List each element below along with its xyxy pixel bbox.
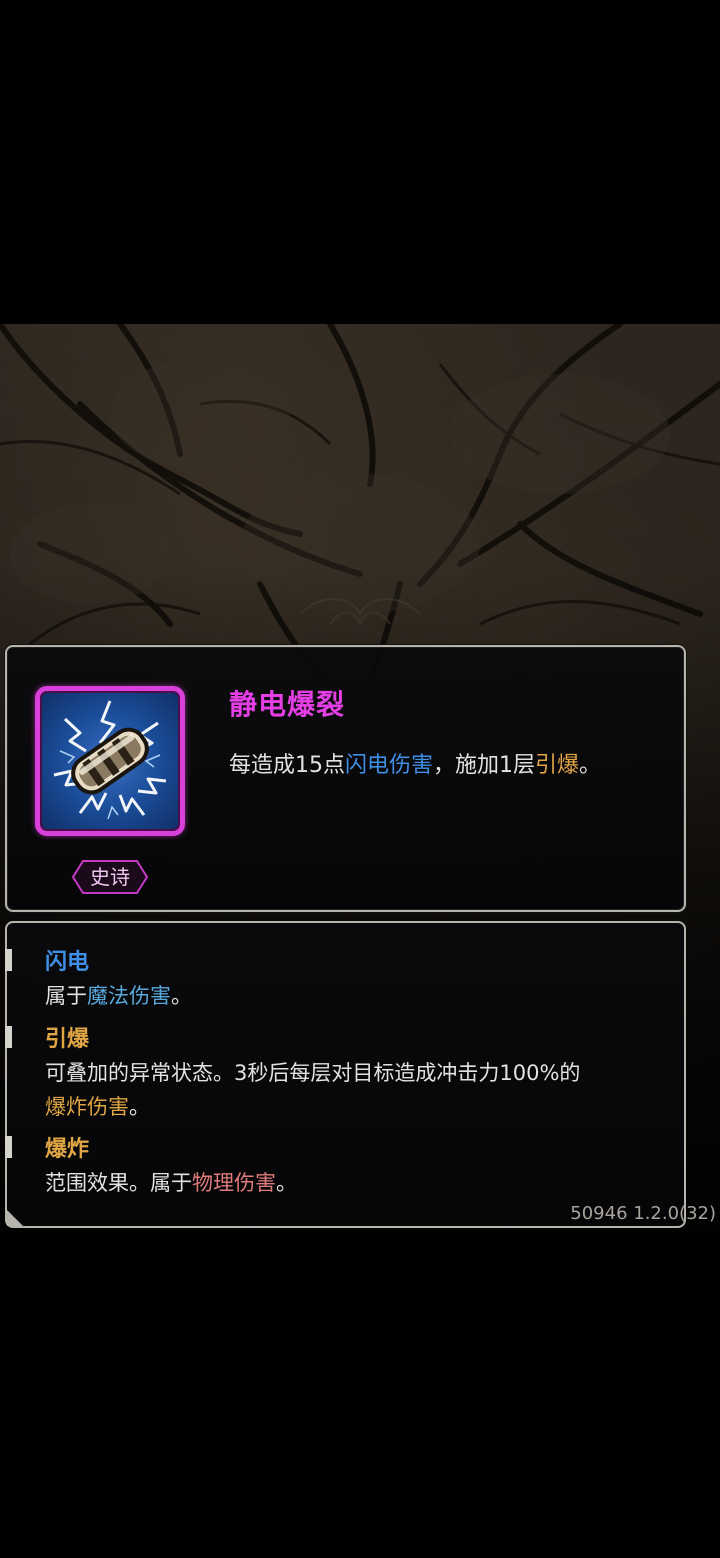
keyword-body-text: 可叠加的异常状态。3秒后每层对目标造成冲击力100%的: [45, 1061, 581, 1085]
skill-title: 静电爆裂: [229, 688, 346, 721]
keyword-magic-damage[interactable]: 魔法伤害: [87, 984, 171, 1008]
keyword-marker: [5, 1026, 12, 1048]
skill-description-text: 每造成15点: [229, 753, 345, 778]
keyword-body-detonate: 可叠加的异常状态。3秒后每层对目标造成冲击力100%的 爆炸伤害。: [45, 1056, 665, 1124]
keyword-physical-damage[interactable]: 物理伤害: [192, 1171, 276, 1195]
panel-corner-marker: [7, 1210, 23, 1226]
skill-description: 每造成15点闪电伤害，施加1层引爆。: [229, 747, 601, 779]
skill-description-text: ，施加1层: [433, 753, 536, 778]
keyword-body-lightning: 属于魔法伤害。: [45, 979, 665, 1013]
rarity-badge: 史诗: [71, 859, 149, 895]
skill-description-text: 。: [579, 753, 602, 778]
keyword-heading-lightning: 闪电: [45, 950, 90, 975]
letterbox-top: [0, 0, 720, 324]
letterbox-bottom: [0, 1232, 720, 1558]
keyword-explosion-damage[interactable]: 爆炸伤害: [45, 1095, 129, 1119]
keyword-marker: [5, 1136, 12, 1158]
keyword-lightning-damage[interactable]: 闪电伤害: [345, 753, 433, 778]
keyword-body-text: 属于: [45, 984, 87, 1008]
keyword-body-text: 。: [276, 1171, 297, 1195]
keyword-panel: 闪电 属于魔法伤害。 引爆 可叠加的异常状态。3秒后每层对目标造成冲击力100%…: [5, 921, 686, 1228]
keyword-body-text: 。: [129, 1095, 150, 1119]
keyword-marker: [5, 949, 12, 971]
keyword-heading-explosion: 爆炸: [45, 1137, 90, 1162]
rarity-label: 史诗: [90, 865, 130, 889]
keyword-body-text: 范围效果。属于: [45, 1171, 192, 1195]
keyword-body-text: 。: [171, 984, 192, 1008]
skill-icon-frame: [35, 686, 185, 836]
version-label: 50946 1.2.0(32): [570, 1203, 716, 1224]
keyword-body-explosion: 范围效果。属于物理伤害。: [45, 1166, 665, 1200]
lightning-stone-icon: [53, 700, 167, 820]
skill-card: 史诗 静电爆裂 每造成15点闪电伤害，施加1层引爆。: [5, 645, 686, 912]
keyword-heading-detonate: 引爆: [45, 1027, 90, 1052]
keyword-detonate[interactable]: 引爆: [535, 753, 579, 778]
